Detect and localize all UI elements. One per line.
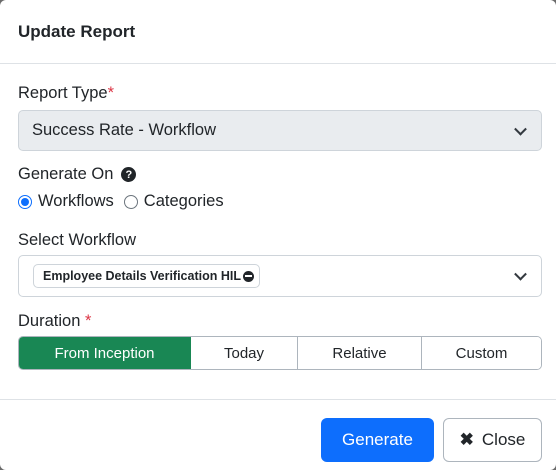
modal-title: Update Report <box>18 21 136 41</box>
report-type-select[interactable]: Success Rate - Workflow <box>18 110 542 151</box>
required-mark: * <box>107 84 115 102</box>
workflow-chip: Employee Details Verification HIL <box>33 264 260 288</box>
minus-circle-icon[interactable] <box>242 270 254 282</box>
modal-footer: Generate ✖ Close <box>0 399 556 470</box>
duration-custom-button[interactable]: Custom <box>422 337 541 369</box>
workflow-multiselect[interactable]: Employee Details Verification HIL <box>18 255 542 297</box>
close-button[interactable]: ✖ Close <box>443 418 542 462</box>
update-report-modal: Update Report Report Type* Success Rate … <box>0 0 556 470</box>
generate-on-label: Generate On ? <box>18 165 137 184</box>
radio-workflows-input[interactable] <box>18 194 32 209</box>
report-type-label: Report Type* <box>18 84 114 103</box>
modal-header: Update Report <box>0 0 556 64</box>
radio-categories[interactable]: Categories <box>123 192 224 211</box>
radio-categories-input[interactable] <box>123 194 138 209</box>
generate-on-radio-group: Workflows Categories <box>18 192 234 211</box>
duration-today-button[interactable]: Today <box>191 337 298 369</box>
select-workflow-label: Select Workflow <box>18 231 136 249</box>
question-circle-icon[interactable]: ? <box>121 167 137 182</box>
duration-label-text: Duration <box>18 312 81 330</box>
duration-relative-button[interactable]: Relative <box>298 337 422 369</box>
radio-workflows[interactable]: Workflows <box>18 192 114 211</box>
workflow-chip-label: Employee Details Verification HIL <box>43 269 241 283</box>
radio-workflows-label: Workflows <box>38 192 114 210</box>
report-type-value: Success Rate - Workflow <box>32 121 216 139</box>
close-icon: ✖ <box>459 430 474 449</box>
required-mark: * <box>84 312 92 330</box>
chevron-down-icon <box>514 122 527 136</box>
duration-from-inception-button[interactable]: From Inception <box>19 337 191 369</box>
radio-categories-label: Categories <box>143 192 224 210</box>
chevron-down-icon[interactable] <box>514 267 527 281</box>
generate-on-label-text: Generate On <box>18 165 114 183</box>
close-button-label: Close <box>481 430 526 449</box>
duration-label: Duration * <box>18 312 91 331</box>
report-type-label-text: Report Type <box>18 84 108 102</box>
generate-button[interactable]: Generate <box>321 418 434 462</box>
duration-button-group: From Inception Today Relative Custom <box>18 336 542 370</box>
